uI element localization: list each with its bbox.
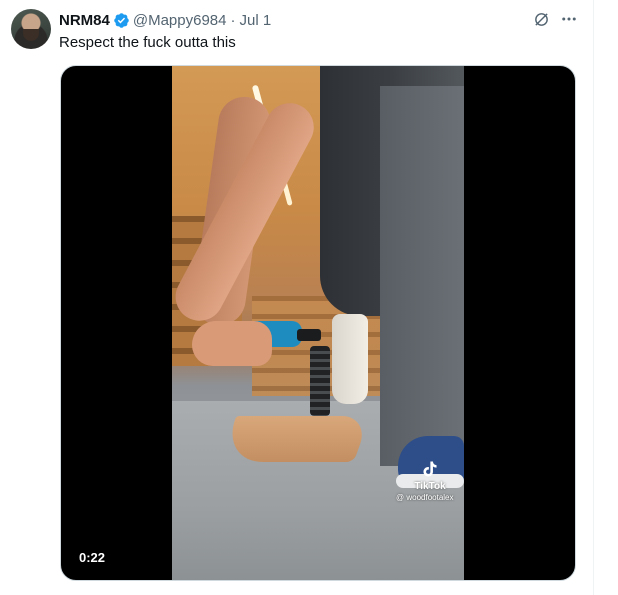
more-icon[interactable]: [560, 10, 578, 28]
tiktok-username: @ woodfootalex: [396, 493, 454, 502]
person-leg: [380, 86, 464, 466]
user-handle[interactable]: @Mappy6984: [133, 12, 227, 29]
grok-icon[interactable]: [532, 10, 550, 28]
header-separator: ·: [230, 11, 236, 29]
prosthetic-socket: [332, 314, 368, 404]
video-player[interactable]: TikTok @ woodfootalex 0:22: [60, 65, 576, 581]
column-divider: [593, 0, 594, 595]
tiktok-watermark: TikTok: [398, 458, 462, 492]
video-duration: 0:22: [79, 550, 106, 565]
tweet[interactable]: NRM84 @Mappy6984 · Jul 1 Respect the fuc…: [0, 0, 593, 595]
tweet-text: Respect the fuck outta this: [59, 34, 236, 51]
verified-badge-icon: [114, 12, 129, 28]
tiktok-icon: [423, 461, 437, 477]
person-hands: [192, 321, 272, 366]
tweet-top-actions: [532, 10, 578, 28]
video-frame: TikTok @ woodfootalex: [172, 66, 464, 580]
avatar[interactable]: [11, 9, 51, 49]
display-name[interactable]: NRM84: [59, 12, 110, 29]
prosthetic-shock: [310, 346, 330, 416]
drill-chuck: [297, 329, 321, 341]
avatar-beard: [23, 29, 39, 41]
tweet-date[interactable]: Jul 1: [239, 12, 271, 29]
tiktok-label: TikTok: [414, 481, 446, 492]
tweet-header: NRM84 @Mappy6984 · Jul 1: [59, 11, 271, 29]
wooden-foot: [219, 416, 371, 462]
